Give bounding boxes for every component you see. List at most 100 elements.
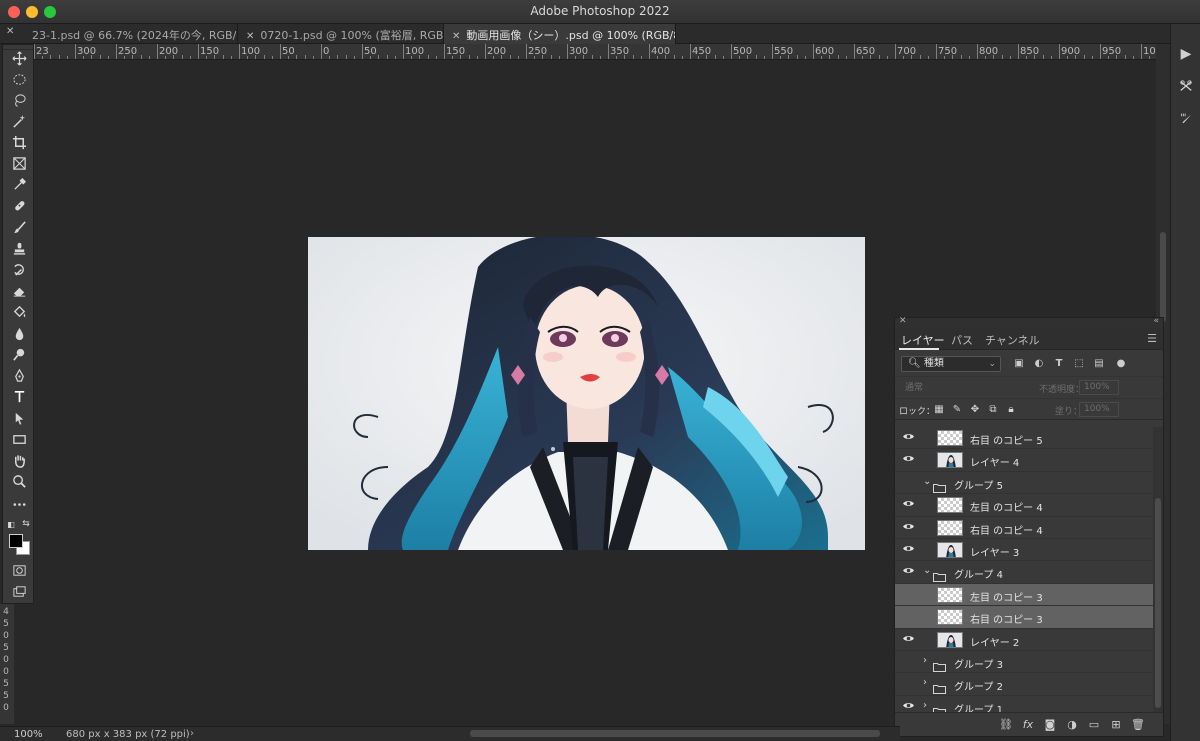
layer-row[interactable]: レイヤー 2 (895, 629, 1153, 651)
move-tool-icon[interactable] (9, 49, 29, 67)
layer-row[interactable]: 右目 のコピー 5 (895, 427, 1153, 450)
swap-colors-icon[interactable]: ⇆ (21, 515, 31, 533)
shape-filter-icon[interactable]: ⬚ (1073, 358, 1085, 370)
crop-tool-icon[interactable] (9, 133, 29, 151)
layer-thumbnail-image[interactable] (937, 452, 963, 469)
rectangle-tool-icon[interactable] (9, 430, 29, 448)
layer-row[interactable]: 左目 のコピー 3 (895, 583, 1153, 607)
visibility-eye-icon[interactable] (901, 499, 915, 511)
lock-image-pixels-icon[interactable]: ✎ (951, 404, 963, 416)
smart-object-filter-icon[interactable]: ▤ (1093, 358, 1105, 370)
filter-toggle-icon[interactable]: ● (1115, 358, 1127, 370)
lock-transparent-pixels-icon[interactable]: ▦ (933, 404, 945, 416)
dodge-tool-icon[interactable] (9, 345, 29, 363)
layer-thumbnail-transparent[interactable] (937, 609, 963, 626)
visibility-eye-icon[interactable] (901, 454, 915, 466)
layer-group-row[interactable]: › グループ 1 (895, 696, 1153, 712)
layer-style-icon[interactable]: fx (1021, 718, 1035, 732)
pixel-filter-icon[interactable]: ▣ (1013, 358, 1025, 370)
lock-position-icon[interactable]: ✥ (969, 404, 981, 416)
layer-name[interactable]: レイヤー 3 (970, 544, 1019, 559)
screen-mode-icon[interactable] (9, 582, 29, 600)
history-brush-tool-icon[interactable] (9, 260, 29, 278)
panel-header[interactable]: ✕ « (895, 316, 1163, 328)
opacity-field[interactable]: 100% (1079, 380, 1119, 395)
layer-thumbnail-image[interactable] (937, 541, 963, 558)
horizontal-ruler[interactable]: 23 300 250 200 150 100 50 0 50 100 150 200 250 300 350… (34, 44, 1156, 60)
zoom-level[interactable]: 100% (14, 729, 43, 740)
layer-name[interactable]: 右目 のコピー 3 (970, 611, 1043, 626)
layer-thumbnail-transparent[interactable] (937, 519, 963, 536)
marquee-tool-icon[interactable] (9, 70, 29, 88)
close-panel-icon[interactable]: ✕ (899, 316, 907, 326)
chevron-down-icon[interactable]: ⌄ (923, 476, 931, 487)
layer-thumbnail-transparent[interactable] (937, 430, 963, 446)
visibility-eye-icon[interactable] (901, 634, 915, 646)
layer-row[interactable]: 右目 のコピー 4 (895, 517, 1153, 539)
layer-group-row[interactable]: › グループ 2 (895, 673, 1153, 696)
foreground-color-swatch[interactable] (9, 534, 23, 548)
layer-row[interactable]: 左目 のコピー 4 (895, 494, 1153, 517)
layer-name[interactable]: 左目 のコピー 3 (970, 589, 1043, 604)
layer-name[interactable]: 右目 のコピー 5 (970, 432, 1043, 447)
frame-tool-icon[interactable] (9, 154, 29, 172)
close-icon[interactable]: ✕ (6, 26, 14, 37)
quick-mask-icon[interactable] (9, 561, 29, 579)
layer-thumbnail-transparent[interactable] (937, 497, 963, 514)
layer-name[interactable]: レイヤー 4 (970, 454, 1019, 469)
visibility-eye-icon[interactable] (901, 432, 915, 444)
visibility-toggle-empty[interactable] (903, 679, 913, 689)
panel-menu-icon[interactable]: ☰ (1147, 332, 1157, 345)
eyedropper-tool-icon[interactable] (9, 175, 29, 193)
chevron-right-icon[interactable]: › (923, 700, 927, 711)
tab-document-1[interactable]: 23-1.psd @ 66.7% (2024年の今, RGB/8#) (22, 24, 238, 44)
layer-name[interactable]: 右目 のコピー 4 (970, 522, 1043, 537)
layer-group-row[interactable]: ⌄ グループ 5 (895, 472, 1153, 495)
new-group-icon[interactable]: ▭ (1087, 718, 1101, 732)
layer-thumbnail-transparent[interactable] (937, 586, 963, 603)
more-tools-icon[interactable] (9, 495, 29, 513)
layer-group-name[interactable]: グループ 4 (954, 566, 1003, 581)
zoom-tool-icon[interactable] (9, 472, 29, 490)
visibility-toggle-empty[interactable] (903, 612, 913, 622)
tab-document-2[interactable]: ✕ 0720-1.psd @ 100% (富裕層, RGB/8#) (238, 24, 444, 44)
visibility-eye-icon[interactable] (901, 522, 915, 534)
layer-row[interactable]: 右目 のコピー 3 (895, 606, 1153, 629)
layer-group-name[interactable]: グループ 3 (954, 656, 1003, 671)
layer-group-name[interactable]: グループ 2 (954, 678, 1003, 693)
visibility-toggle-empty[interactable] (903, 590, 913, 600)
layer-group-row[interactable]: › グループ 3 (895, 651, 1153, 674)
new-layer-icon[interactable]: ⊞ (1109, 718, 1123, 732)
visibility-eye-icon[interactable] (901, 701, 915, 712)
tab-channels[interactable]: チャンネル (985, 332, 1040, 348)
brush-settings-icon[interactable] (1176, 108, 1196, 128)
pen-tool-icon[interactable] (9, 366, 29, 384)
eraser-tool-icon[interactable] (9, 281, 29, 299)
document-canvas[interactable] (308, 237, 865, 550)
visibility-eye-icon[interactable] (901, 566, 915, 578)
layer-row[interactable]: レイヤー 4 (895, 449, 1153, 472)
link-layers-icon[interactable]: ⛓ (999, 718, 1013, 732)
adjustment-layer-icon[interactable]: ◑ (1065, 718, 1079, 732)
visibility-toggle-empty[interactable] (903, 478, 913, 488)
path-selection-tool-icon[interactable] (9, 409, 29, 427)
type-filter-icon[interactable]: T (1053, 358, 1065, 370)
add-mask-icon[interactable]: ◙ (1043, 718, 1057, 732)
layer-thumbnail-image[interactable] (937, 631, 963, 648)
vertical-ruler[interactable]: 4 5 0 5 0 0 5 5 0 (0, 604, 14, 724)
lock-artboard-icon[interactable]: ⧉ (987, 404, 999, 416)
hand-tool-icon[interactable] (9, 451, 29, 469)
clone-stamp-tool-icon[interactable] (9, 239, 29, 257)
paint-bucket-tool-icon[interactable] (9, 302, 29, 320)
default-colors-icon[interactable]: ◧ (6, 515, 16, 533)
delete-layer-icon[interactable]: 🗑︎ (1131, 718, 1145, 732)
layer-group-name[interactable]: グループ 1 (954, 701, 1003, 712)
type-tool-icon[interactable] (9, 387, 29, 405)
lasso-tool-icon[interactable] (9, 91, 29, 109)
layer-group-row[interactable]: ⌄ グループ 4 (895, 561, 1153, 584)
visibility-toggle-empty[interactable] (903, 657, 913, 667)
play-icon[interactable]: ▶ (1176, 44, 1196, 64)
adjustment-filter-icon[interactable]: ◐ (1033, 358, 1045, 370)
horizontal-scrollbar-thumb[interactable] (470, 730, 880, 737)
layer-name[interactable]: レイヤー 2 (970, 634, 1019, 649)
